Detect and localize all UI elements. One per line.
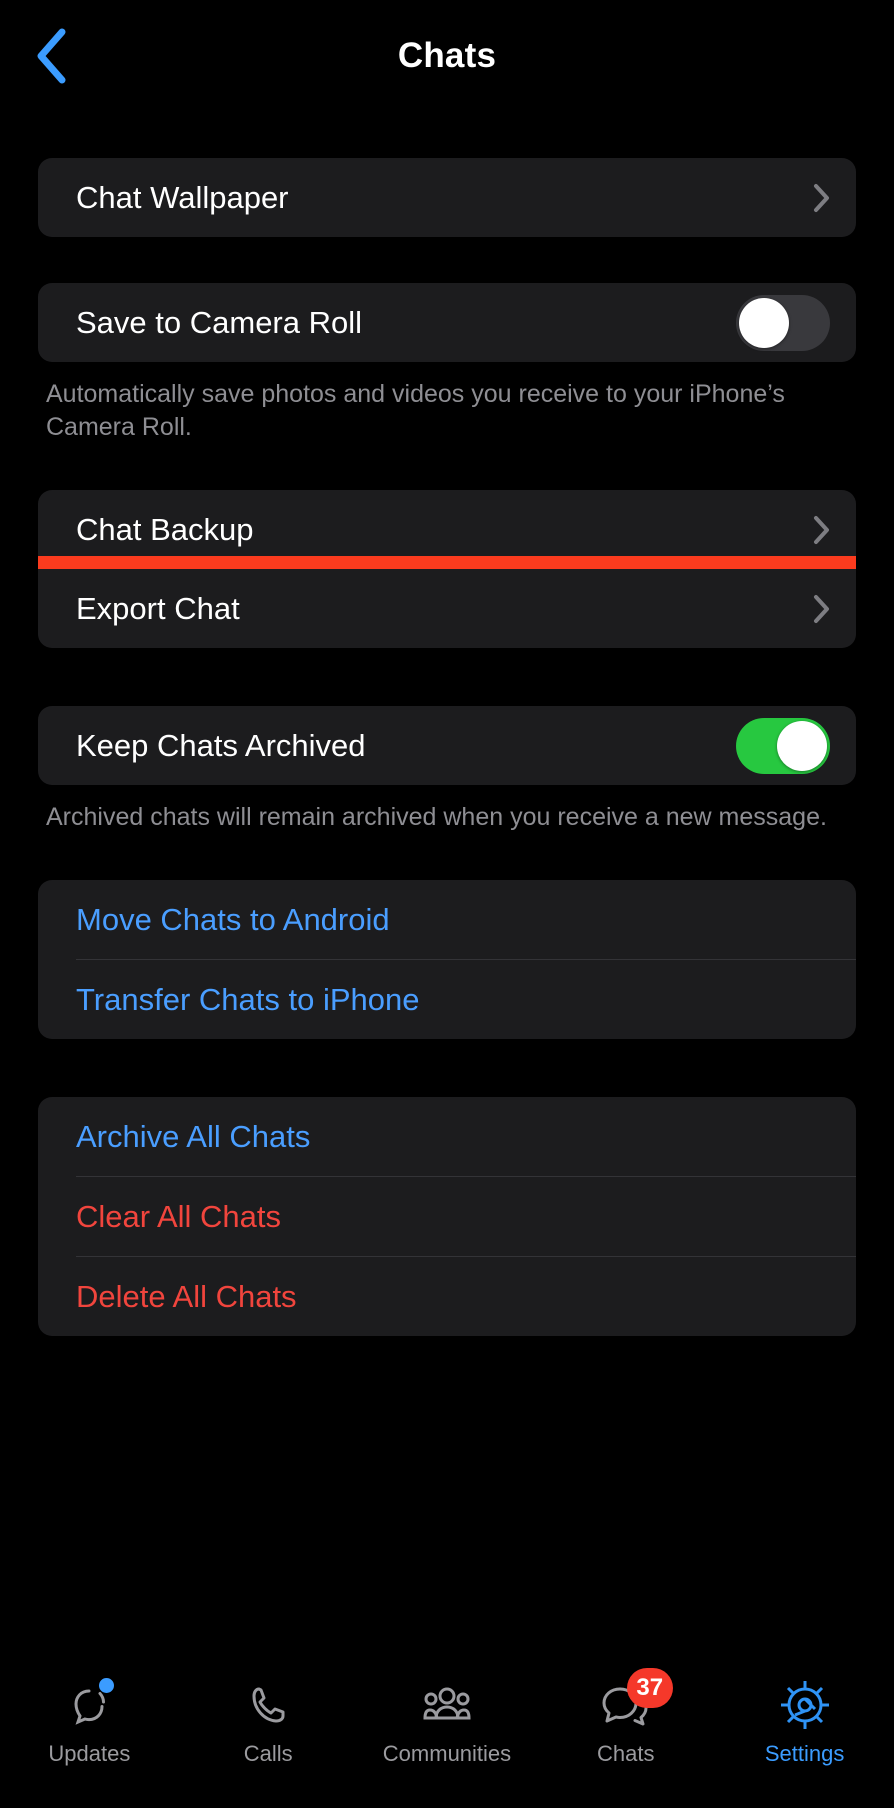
toggle-knob	[777, 720, 827, 771]
whatsapp-chats-settings-screen: Chats Chat Wallpaper Save to Camera Roll	[0, 0, 894, 1808]
settings-list: Chat Wallpaper Save to Camera Roll Autom…	[0, 112, 894, 1658]
row-chat-backup[interactable]: Chat Backup	[38, 490, 856, 569]
row-export-chat[interactable]: Export Chat	[38, 569, 856, 648]
save-to-camera-roll-toggle[interactable]	[736, 294, 830, 351]
tab-updates[interactable]: Updates	[0, 1676, 179, 1767]
tab-chats[interactable]: 37 Chats	[536, 1668, 715, 1767]
row-label: Archive All Chats	[76, 1118, 311, 1154]
keep-archived-footnote: Archived chats will remain archived when…	[46, 803, 827, 831]
row-label: Export Chat	[76, 590, 240, 626]
camera-roll-footnote: Automatically save photos and videos you…	[46, 380, 785, 441]
chevron-right-icon	[813, 515, 830, 545]
row-save-to-camera-roll[interactable]: Save to Camera Roll	[38, 283, 856, 362]
navigation-bar: Chats	[0, 0, 894, 112]
tab-label: Calls	[243, 1741, 293, 1766]
row-transfer-chats-to-iphone[interactable]: Transfer Chats to iPhone	[38, 960, 856, 1039]
phone-icon	[237, 1676, 299, 1734]
section-camera-roll: Save to Camera Roll	[38, 283, 856, 362]
tab-communities[interactable]: Communities	[358, 1676, 537, 1767]
row-label: Clear All Chats	[76, 1198, 282, 1234]
row-label: Delete All Chats	[76, 1278, 297, 1314]
row-label: Chat Backup	[76, 511, 254, 547]
tab-label: Chats	[597, 1741, 655, 1766]
back-button[interactable]	[20, 25, 82, 87]
row-label: Transfer Chats to iPhone	[76, 981, 420, 1017]
gear-icon	[774, 1676, 836, 1734]
keep-chats-archived-toggle[interactable]	[736, 717, 830, 774]
row-clear-all-chats[interactable]: Clear All Chats	[38, 1177, 856, 1256]
row-archive-all-chats[interactable]: Archive All Chats	[38, 1097, 856, 1176]
section-keep-archived: Keep Chats Archived	[38, 706, 856, 785]
tab-label: Communities	[382, 1741, 512, 1766]
row-label: Chat Wallpaper	[76, 179, 289, 215]
chevron-left-icon	[34, 28, 68, 84]
export-chat-highlight-wrapper: Export Chat	[38, 556, 856, 648]
row-chat-wallpaper[interactable]: Chat Wallpaper	[38, 158, 856, 237]
toggle-knob	[739, 297, 789, 348]
chats-unread-badge: 37	[626, 1668, 673, 1708]
row-label: Move Chats to Android	[76, 901, 390, 937]
section-bulk-actions: Archive All Chats Clear All Chats Delete…	[38, 1097, 856, 1336]
tab-calls[interactable]: Calls	[179, 1676, 358, 1767]
chevron-right-icon	[813, 594, 830, 624]
tab-bar: Updates Calls Communities 37 Chats Setti…	[0, 1658, 894, 1808]
row-move-chats-to-android[interactable]: Move Chats to Android	[38, 880, 856, 959]
section-wallpaper: Chat Wallpaper	[38, 158, 856, 237]
row-keep-chats-archived[interactable]: Keep Chats Archived	[38, 706, 856, 785]
section-transfer: Move Chats to Android Transfer Chats to …	[38, 880, 856, 1039]
chevron-right-icon	[813, 183, 830, 213]
row-label: Keep Chats Archived	[76, 727, 366, 763]
section-backup-export: Chat Backup Export Chat	[38, 490, 856, 648]
row-delete-all-chats[interactable]: Delete All Chats	[38, 1257, 856, 1336]
tab-settings[interactable]: Settings	[715, 1676, 894, 1767]
communities-icon	[416, 1676, 478, 1734]
tab-label: Settings	[764, 1741, 845, 1766]
page-title: Chats	[397, 36, 497, 75]
updates-icon	[58, 1676, 120, 1734]
chat-bubbles-icon: 37	[595, 1668, 673, 1734]
tab-label: Updates	[48, 1741, 131, 1766]
row-label: Save to Camera Roll	[76, 304, 363, 340]
